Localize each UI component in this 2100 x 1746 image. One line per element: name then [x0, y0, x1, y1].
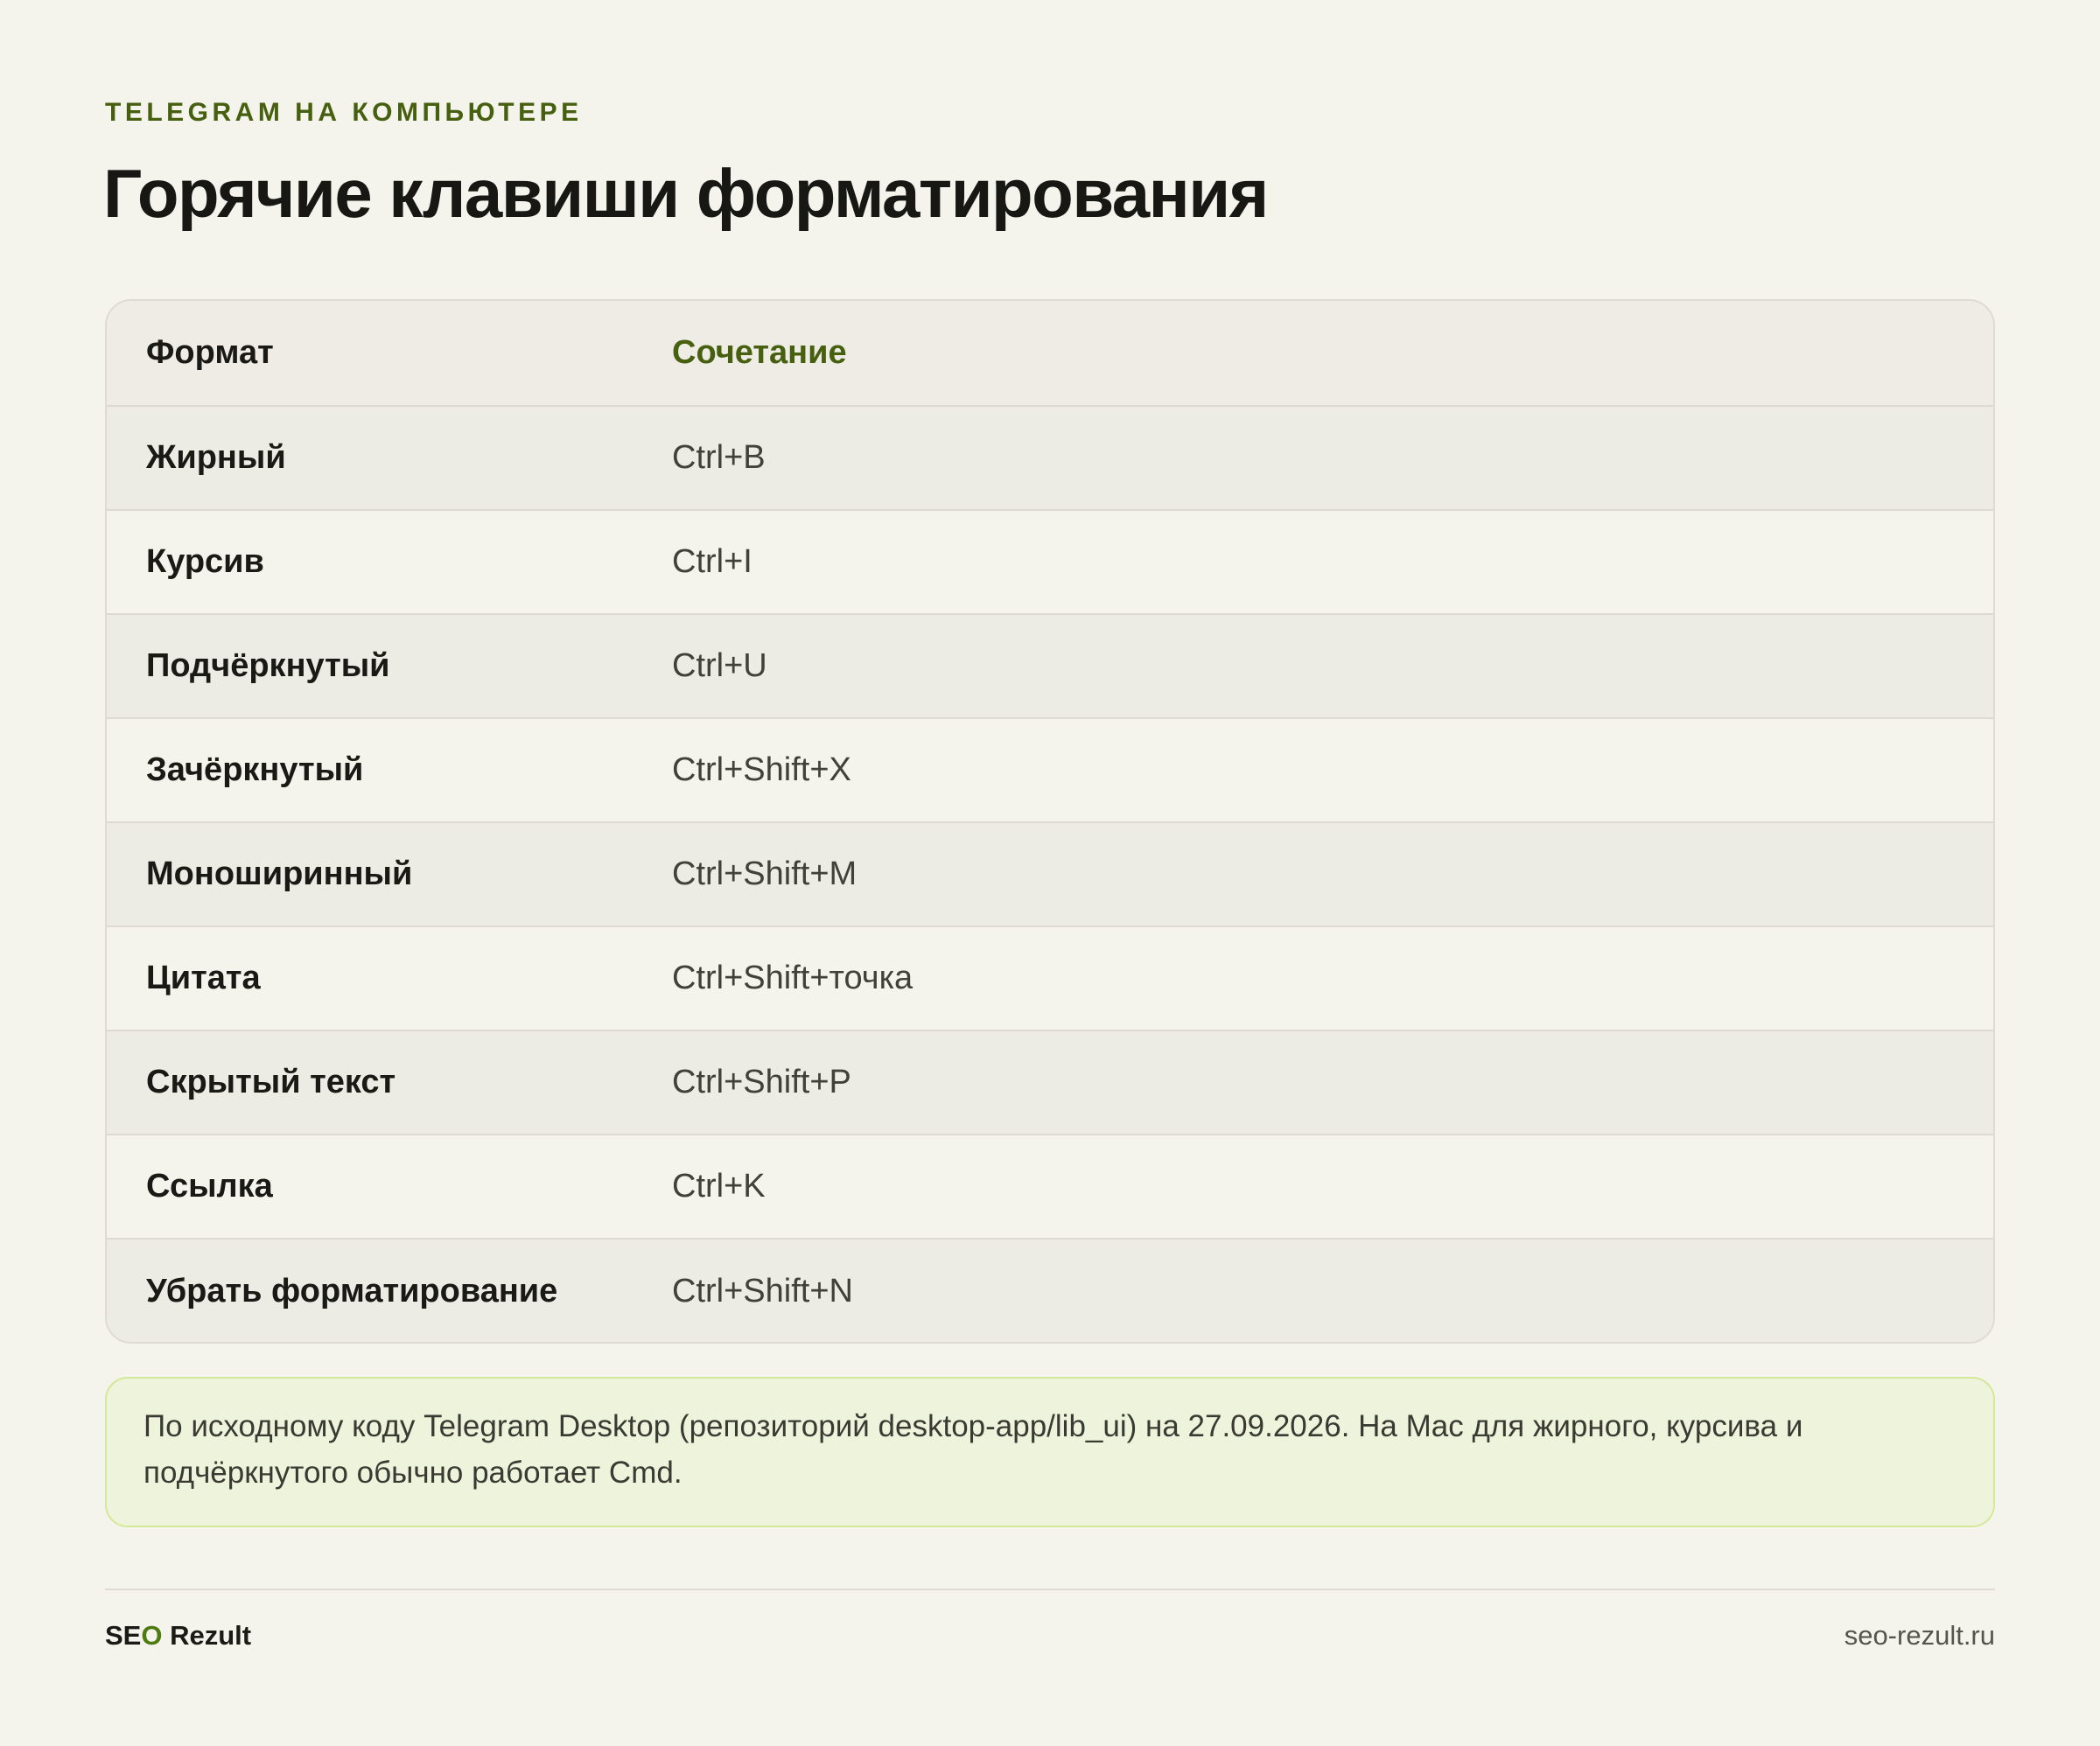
combo-cell: Ctrl+Shift+M: [672, 856, 858, 892]
table-header-row: Формат Сочетание: [107, 301, 1993, 407]
combo-cell: Ctrl+B: [672, 439, 766, 476]
table-row: Убрать форматирование Ctrl+Shift+N: [107, 1240, 1993, 1342]
format-cell: Зачёркнутый: [146, 751, 364, 788]
brand-accent-letter: O: [141, 1620, 163, 1651]
table-row: Курсив Ctrl+I: [107, 511, 1993, 615]
format-cell: Подчёркнутый: [146, 647, 390, 684]
brand-logo: SEO Rezult: [105, 1620, 251, 1652]
format-cell: Убрать форматирование: [146, 1273, 558, 1310]
format-cell: Цитата: [146, 960, 261, 996]
combo-cell: Ctrl+Shift+X: [672, 751, 851, 788]
kicker-label: TELEGRAM НА КОМПЬЮТЕРЕ: [105, 98, 583, 127]
combo-cell: Ctrl+K: [672, 1168, 766, 1205]
table-row: Моноширинный Ctrl+Shift+M: [107, 823, 1993, 927]
source-note: По исходному коду Telegram Desktop (репо…: [105, 1377, 1995, 1527]
combo-cell: Ctrl+Shift+P: [672, 1064, 851, 1100]
page-title: Горячие клавиши форматирования: [103, 155, 1269, 232]
format-cell: Скрытый текст: [146, 1064, 396, 1100]
table-row: Зачёркнутый Ctrl+Shift+X: [107, 719, 1993, 823]
hotkeys-table: Формат Сочетание Жирный Ctrl+B Курсив Ct…: [105, 299, 1995, 1344]
format-cell: Курсив: [146, 543, 264, 580]
table-row: Подчёркнутый Ctrl+U: [107, 615, 1993, 719]
site-url: seo-rezult.ru: [1844, 1620, 1995, 1651]
column-header-combo: Сочетание: [672, 334, 847, 371]
format-cell: Моноширинный: [146, 856, 413, 892]
table-row: Скрытый текст Ctrl+Shift+P: [107, 1031, 1993, 1135]
format-cell: Ссылка: [146, 1168, 273, 1205]
table-row: Цитата Ctrl+Shift+точка: [107, 927, 1993, 1031]
brand-suffix: Rezult: [162, 1620, 252, 1651]
combo-cell: Ctrl+U: [672, 647, 767, 684]
combo-cell: Ctrl+I: [672, 543, 752, 580]
table-row: Ссылка Ctrl+K: [107, 1135, 1993, 1240]
brand-prefix: SE: [105, 1620, 142, 1651]
format-cell: Жирный: [146, 439, 286, 476]
footer-divider: [105, 1589, 1995, 1590]
table-row: Жирный Ctrl+B: [107, 407, 1993, 511]
combo-cell: Ctrl+Shift+N: [672, 1273, 853, 1310]
column-header-format: Формат: [146, 334, 274, 371]
combo-cell: Ctrl+Shift+точка: [672, 960, 914, 996]
